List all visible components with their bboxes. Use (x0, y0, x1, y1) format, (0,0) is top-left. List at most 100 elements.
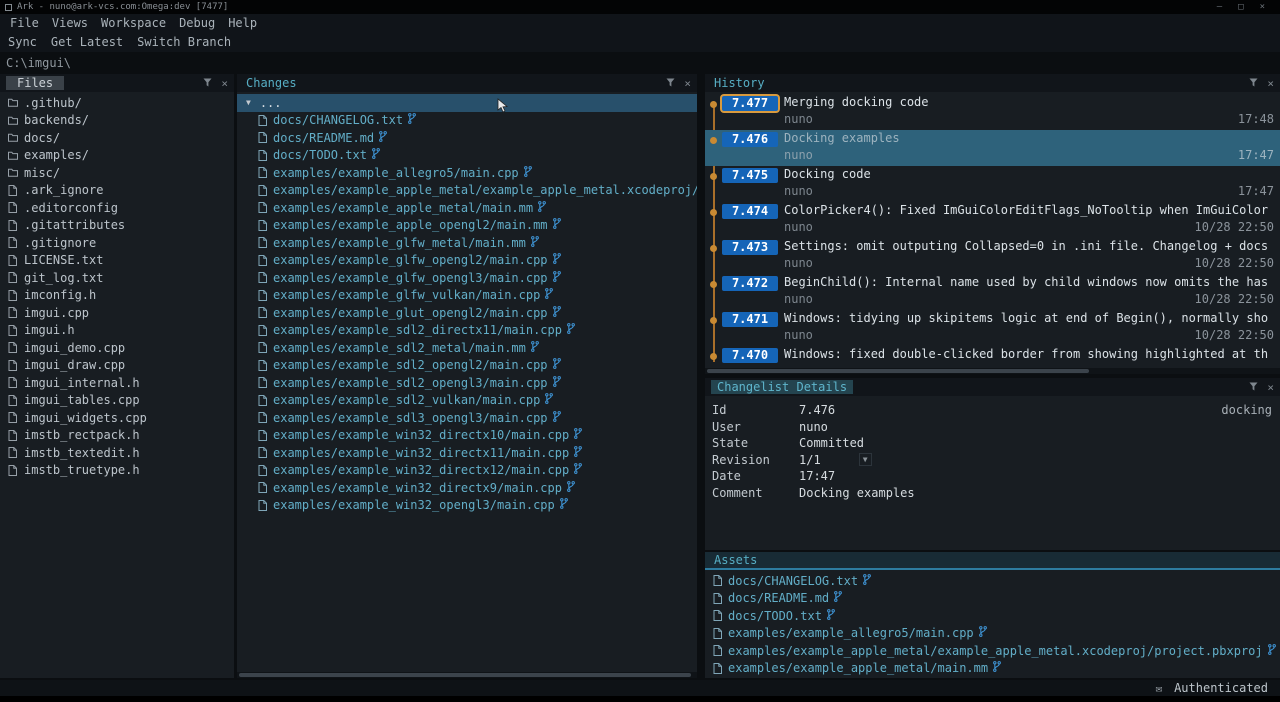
file-icon (257, 360, 268, 371)
expander-icon[interactable]: ▼ (246, 98, 251, 107)
commit-row[interactable]: 7.473 Settings: omit outputing Collapsed… (705, 238, 1280, 274)
maximize-icon[interactable]: □ (1238, 2, 1243, 12)
changed-file-row[interactable]: examples/example_apple_metal/example_app… (237, 182, 697, 200)
file-tree-item[interactable]: imstb_truetype.h (0, 462, 234, 480)
close-icon[interactable]: × (221, 78, 228, 89)
close-icon[interactable]: × (1260, 2, 1265, 12)
changed-file-row[interactable]: examples/example_glfw_vulkan/main.cpp (237, 287, 697, 305)
file-tree-item[interactable]: .editorconfig (0, 199, 234, 217)
file-tree-item[interactable]: imstb_rectpack.h (0, 427, 234, 445)
detail-label: Id (712, 402, 799, 419)
changes-root-row[interactable]: ▼ ... (237, 94, 697, 112)
assets-list: docs/CHANGELOG.txt docs/README.md docs/T… (705, 572, 1280, 677)
horizontal-scrollbar[interactable] (705, 368, 1280, 374)
file-tree-item[interactable]: imstb_textedit.h (0, 444, 234, 462)
file-tree-item[interactable]: imgui.cpp (0, 304, 234, 322)
file-tree-item[interactable]: imgui_tables.cpp (0, 392, 234, 410)
changed-file-row[interactable]: examples/example_apple_opengl2/main.mm (237, 217, 697, 235)
file-icon (257, 342, 268, 353)
file-tree-item[interactable]: imgui.h (0, 322, 234, 340)
file-tree-item[interactable]: imgui_widgets.cpp (0, 409, 234, 427)
toolbar-button-sync[interactable]: Sync (8, 35, 37, 49)
changed-file-row[interactable]: examples/example_apple_metal/main.mm (237, 199, 697, 217)
file-icon (257, 150, 268, 161)
file-icon (7, 360, 18, 371)
changed-file-row[interactable]: examples/example_sdl2_opengl2/main.cpp (237, 357, 697, 375)
file-tree-item[interactable]: misc/ (0, 164, 234, 182)
file-tree-item[interactable]: .gitattributes (0, 217, 234, 235)
envelope-icon: ✉ (1155, 682, 1162, 695)
file-tree-item[interactable]: backends/ (0, 112, 234, 130)
changed-file-row[interactable]: examples/example_win32_directx9/main.cpp (237, 479, 697, 497)
branch-fork-icon (574, 446, 582, 460)
menu-item-views[interactable]: Views (52, 16, 88, 30)
changed-file-row[interactable]: examples/example_allegro5/main.cpp (237, 164, 697, 182)
file-tree-item[interactable]: .gitignore (0, 234, 234, 252)
file-tree-item[interactable]: LICENSE.txt (0, 252, 234, 270)
file-icon (7, 447, 18, 458)
filter-icon[interactable] (1249, 76, 1258, 90)
close-icon[interactable]: × (1267, 382, 1274, 393)
changed-file-row[interactable]: examples/example_sdl3_opengl3/main.cpp (237, 409, 697, 427)
changed-file-row[interactable]: examples/example_win32_directx12/main.cp… (237, 462, 697, 480)
file-tree-item[interactable]: .ark_ignore (0, 182, 234, 200)
changed-file-row[interactable]: examples/example_win32_directx11/main.cp… (237, 444, 697, 462)
changed-file-row[interactable]: docs/README.md (237, 129, 697, 147)
filter-icon[interactable] (203, 76, 212, 90)
changed-file-row[interactable]: examples/example_sdl2_metal/main.mm (237, 339, 697, 357)
revision-badge: 7.473 (722, 240, 778, 255)
branch-fork-icon (979, 626, 987, 640)
detail-label: Revision (712, 452, 799, 469)
filter-icon[interactable] (1249, 380, 1258, 394)
file-icon (257, 500, 268, 511)
asset-row[interactable]: examples/example_allegro5/main.cpp (705, 625, 1280, 643)
file-icon (257, 447, 268, 458)
detail-row-revision: Revision 1/1 ▼ (712, 452, 1272, 469)
menu-item-help[interactable]: Help (228, 16, 257, 30)
changed-file-row[interactable]: docs/CHANGELOG.txt (237, 112, 697, 130)
menu-item-workspace[interactable]: Workspace (101, 16, 166, 30)
changed-file-row[interactable]: examples/example_glfw_opengl2/main.cpp (237, 252, 697, 270)
toolbar-button-switch-branch[interactable]: Switch Branch (137, 35, 231, 49)
asset-row[interactable]: examples/example_apple_metal/main.mm (705, 660, 1280, 678)
revision-dropdown[interactable]: ▼ (859, 453, 872, 466)
folder-icon (7, 133, 18, 142)
file-tree-item[interactable]: docs/ (0, 129, 234, 147)
changed-file-row[interactable]: examples/example_glfw_opengl3/main.cpp (237, 269, 697, 287)
file-tree-item[interactable]: imgui_draw.cpp (0, 357, 234, 375)
revision-badge: 7.470 (722, 348, 778, 363)
file-tree-item[interactable]: git_log.txt (0, 269, 234, 287)
changed-file-row[interactable]: examples/example_sdl2_directx11/main.cpp (237, 322, 697, 340)
minimize-icon[interactable]: — (1217, 2, 1222, 12)
changed-file-row[interactable]: docs/TODO.txt (237, 147, 697, 165)
menu-item-file[interactable]: File (10, 16, 39, 30)
toolbar-button-get-latest[interactable]: Get Latest (51, 35, 123, 49)
changed-file-row[interactable]: examples/example_win32_directx10/main.cp… (237, 427, 697, 445)
asset-row[interactable]: docs/README.md (705, 590, 1280, 608)
changed-file-row[interactable]: examples/example_sdl2_opengl3/main.cpp (237, 374, 697, 392)
commit-row[interactable]: 7.477 Merging docking code nuno 17:48 (705, 94, 1280, 130)
changed-file-row[interactable]: examples/example_glfw_metal/main.mm (237, 234, 697, 252)
menu-item-debug[interactable]: Debug (179, 16, 215, 30)
changed-file-row[interactable]: examples/example_win32_opengl3/main.cpp (237, 497, 697, 515)
commit-row[interactable]: 7.476 Docking examples nuno 17:47 (705, 130, 1280, 166)
file-tree-item[interactable]: imconfig.h (0, 287, 234, 305)
filter-icon[interactable] (666, 76, 675, 90)
file-tree-item[interactable]: examples/ (0, 147, 234, 165)
asset-row[interactable]: examples/example_apple_metal/example_app… (705, 642, 1280, 660)
detail-label: User (712, 419, 799, 436)
commit-row[interactable]: 7.472 BeginChild(): Internal name used b… (705, 274, 1280, 310)
commit-row[interactable]: 7.474 ColorPicker4(): Fixed ImGuiColorEd… (705, 202, 1280, 238)
commit-row[interactable]: 7.475 Docking code nuno 17:47 (705, 166, 1280, 202)
file-tree-item[interactable]: imgui_demo.cpp (0, 339, 234, 357)
asset-row[interactable]: docs/CHANGELOG.txt (705, 572, 1280, 590)
close-icon[interactable]: × (684, 78, 691, 89)
changed-file-row[interactable]: examples/example_glut_opengl2/main.cpp (237, 304, 697, 322)
changed-file-row[interactable]: examples/example_sdl2_vulkan/main.cpp (237, 392, 697, 410)
close-icon[interactable]: × (1267, 78, 1274, 89)
file-tree-item[interactable]: imgui_internal.h (0, 374, 234, 392)
commit-row[interactable]: 7.471 Windows: tidying up skipitems logi… (705, 310, 1280, 346)
horizontal-scrollbar[interactable] (237, 672, 697, 678)
file-tree-item[interactable]: .github/ (0, 94, 234, 112)
asset-row[interactable]: docs/TODO.txt (705, 607, 1280, 625)
